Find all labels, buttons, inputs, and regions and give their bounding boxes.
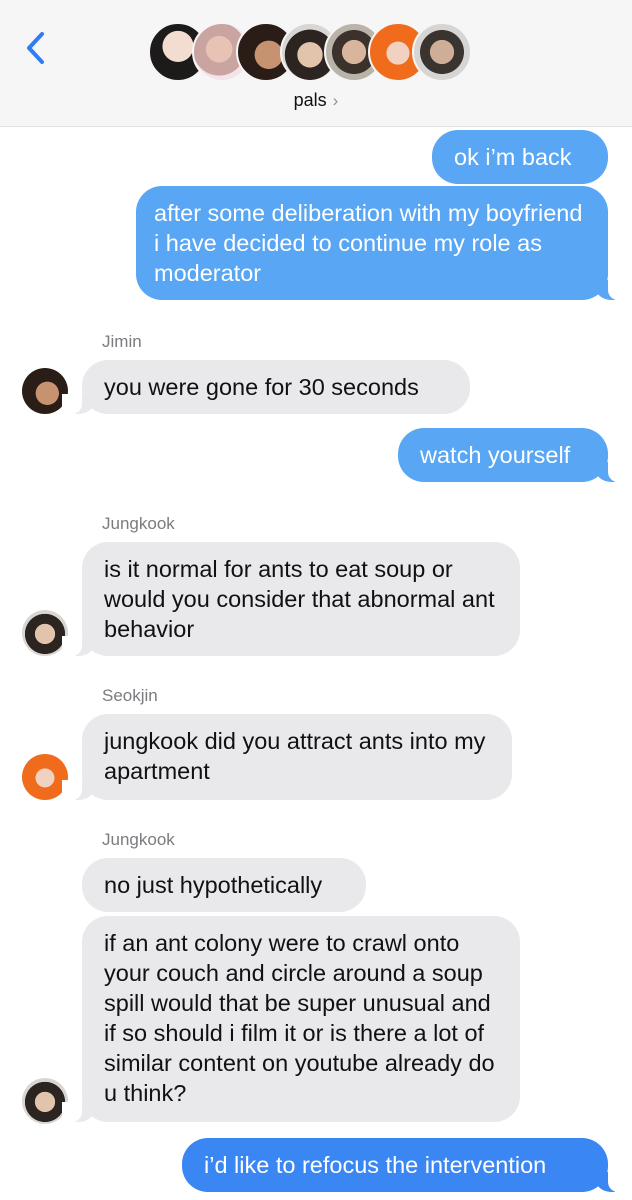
chevron-right-icon: › xyxy=(332,91,339,110)
sender-name: Jungkook xyxy=(102,514,175,533)
outgoing-message[interactable]: after some deliberation with my boyfrien… xyxy=(136,186,628,300)
sender-name: Seokjin xyxy=(102,686,158,705)
outgoing-message[interactable]: ok i’m back xyxy=(432,130,608,184)
group-name-label: pals xyxy=(293,90,327,110)
group-name[interactable]: pals › xyxy=(0,90,632,111)
message-text: you were gone for 30 seconds xyxy=(104,374,419,400)
conversation-header: pals › xyxy=(0,0,632,127)
incoming-message[interactable]: you were gone for 30 seconds xyxy=(62,360,470,414)
incoming-message[interactable]: if an ant colony were to crawl onto your… xyxy=(62,916,520,1122)
message-text: is it normal for ants to eat soup or wou… xyxy=(104,556,495,642)
incoming-message[interactable]: no just hypothetically xyxy=(82,858,366,912)
incoming-message[interactable]: is it normal for ants to eat soup or wou… xyxy=(62,542,520,656)
sender-name: Jungkook xyxy=(102,830,175,849)
group-avatars[interactable] xyxy=(148,22,488,84)
outgoing-message[interactable]: watch yourself xyxy=(398,428,628,482)
message-text: if an ant colony were to crawl onto your… xyxy=(104,930,495,1106)
message-text: i’d like to refocus the intervention xyxy=(204,1152,547,1178)
message-text: watch yourself xyxy=(420,442,571,468)
chevron-left-icon[interactable] xyxy=(22,28,52,68)
message-text: after some deliberation with my boyfrien… xyxy=(154,200,583,286)
incoming-message[interactable]: jungkook did you attract ants into my ap… xyxy=(62,714,512,800)
sender-name: Jimin xyxy=(102,332,142,351)
message-text: jungkook did you attract ants into my ap… xyxy=(104,728,486,784)
avatar xyxy=(412,22,472,82)
outgoing-message[interactable]: i’d like to refocus the intervention xyxy=(182,1138,628,1192)
